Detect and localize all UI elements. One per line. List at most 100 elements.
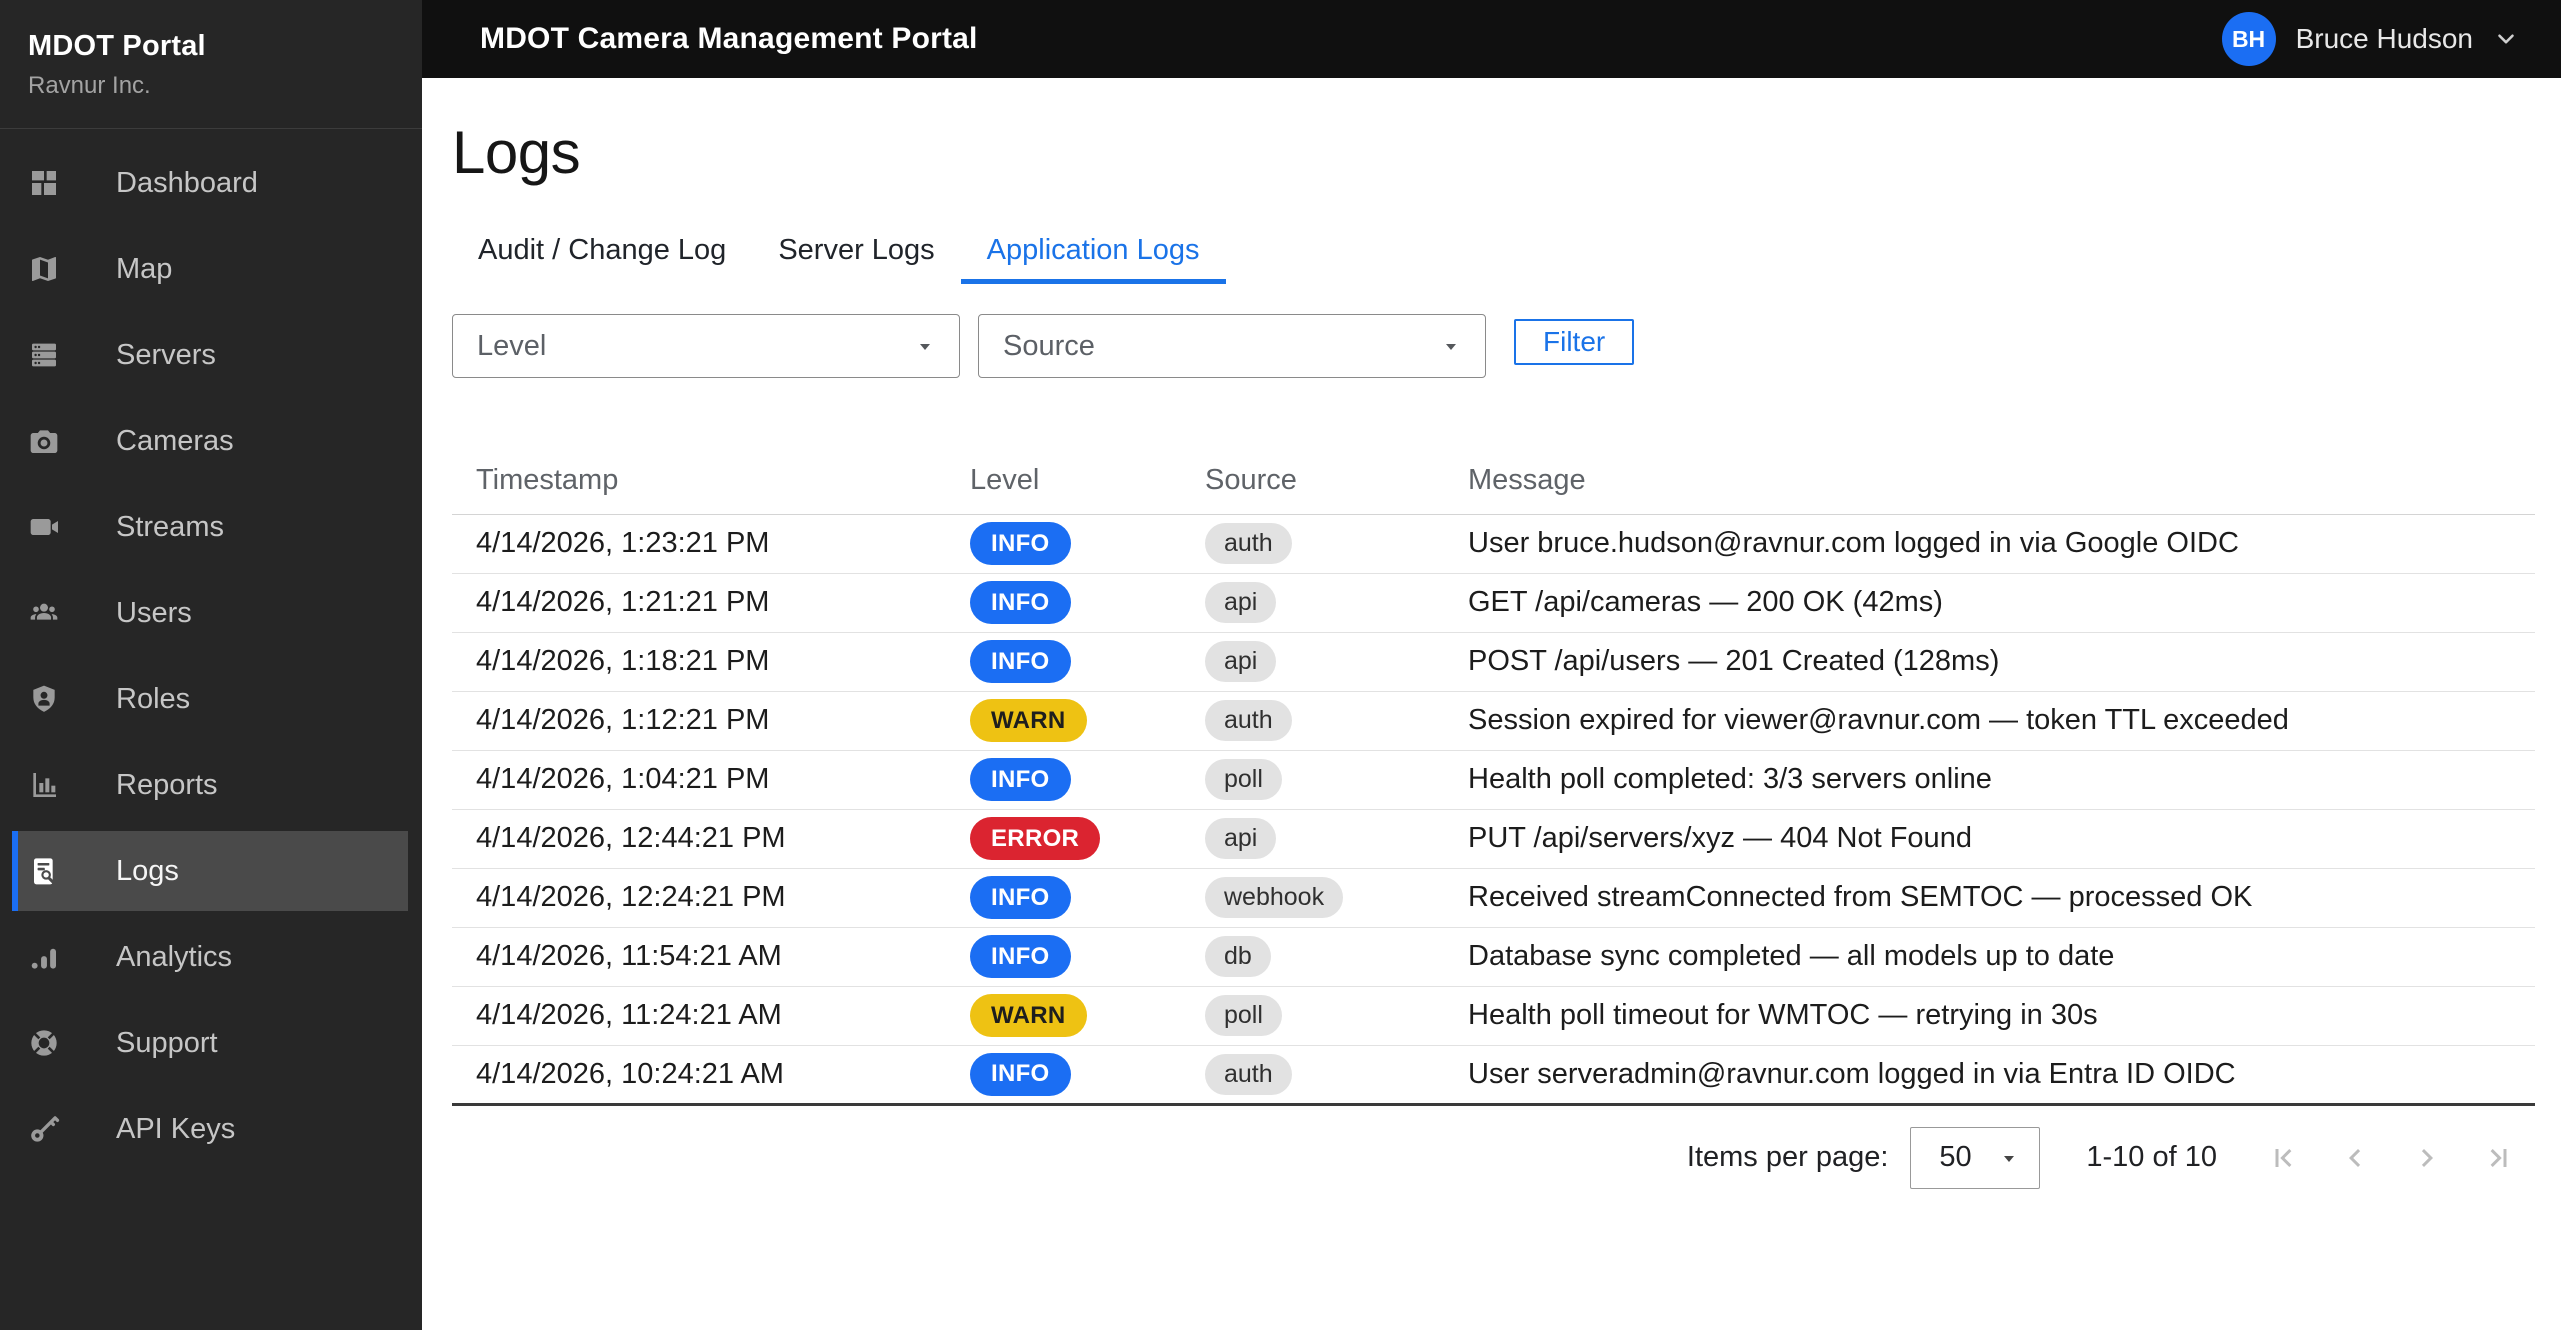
level-badge: INFO	[970, 522, 1071, 565]
sidebar-item-label: Analytics	[116, 940, 233, 973]
page-title: Logs	[452, 119, 581, 186]
bar-chart-icon	[28, 769, 60, 801]
cell-message: Session expired for viewer@ravnur.com — …	[1444, 691, 2535, 751]
level-badge: INFO	[970, 876, 1071, 919]
level-badge: ERROR	[970, 817, 1101, 860]
users-icon	[28, 597, 60, 629]
source-select[interactable]: Source	[978, 314, 1486, 378]
cell-level: INFO	[946, 927, 1181, 987]
cell-timestamp: 4/14/2026, 1:21:21 PM	[452, 573, 946, 633]
sidebar-item-support[interactable]: Support	[12, 1003, 408, 1083]
sidebar-item-reports[interactable]: Reports	[12, 745, 408, 825]
topbar: MDOT Camera Management Portal BH Bruce H…	[422, 0, 2561, 78]
sidebar-item-label: Reports	[116, 768, 218, 801]
key-icon	[28, 1113, 60, 1145]
sidebar-item-api-keys[interactable]: API Keys	[12, 1089, 408, 1169]
table-row: 4/14/2026, 12:44:21 PM ERROR api PUT /api/s…	[452, 809, 2535, 869]
sidebar-item-dashboard[interactable]: Dashboard	[12, 143, 408, 223]
level-select[interactable]: Level	[452, 314, 960, 378]
column-header-message: Message	[1444, 428, 2535, 515]
cell-timestamp: 4/14/2026, 11:54:21 AM	[452, 927, 946, 987]
first-page-icon	[2275, 1148, 2292, 1167]
cell-message: Health poll timeout for WMTOC — retrying…	[1444, 986, 2535, 1046]
main-content: Logs Audit / Change Log Server Logs Applic…	[422, 78, 2561, 1330]
tab-bar: Audit / Change Log Server Logs Application…	[452, 222, 2535, 284]
caret-down-icon	[1997, 1146, 2021, 1170]
tab-application-logs[interactable]: Application Logs	[960, 222, 1226, 284]
user-menu[interactable]: BH Bruce Hudson	[2221, 12, 2519, 66]
cell-timestamp: 4/14/2026, 1:12:21 PM	[452, 691, 946, 751]
cell-message: POST /api/users — 201 Created (128ms)	[1444, 632, 2535, 692]
level-select-value: Level	[477, 329, 547, 362]
cell-source: poll	[1181, 750, 1444, 810]
caret-down-icon	[913, 334, 937, 358]
source-badge: api	[1205, 818, 1277, 859]
table-row: 4/14/2026, 1:21:21 PM INFO api GET /api/cam…	[452, 573, 2535, 633]
sidebar-item-cameras[interactable]: Cameras	[12, 401, 408, 481]
sidebar-item-users[interactable]: Users	[12, 573, 408, 653]
sidebar-item-map[interactable]: Map	[12, 229, 408, 309]
sidebar-nav: Dashboard Map Servers Cameras Streams Users Ro…	[0, 129, 422, 1169]
sidebar: MDOT Portal Ravnur Inc. Dashboard Map Serv…	[0, 0, 422, 1330]
document-search-icon	[28, 855, 60, 887]
cell-source: auth	[1181, 514, 1444, 574]
sidebar-item-label: Cameras	[116, 424, 234, 457]
cell-level: ERROR	[946, 809, 1181, 869]
cell-message: Health poll completed: 3/3 servers onlin…	[1444, 750, 2535, 810]
cell-message: User serveradmin@ravnur.com logged in vi…	[1468, 1057, 2236, 1090]
cell-message: User bruce.hudson@ravnur.com logged in v…	[1444, 514, 2535, 574]
source-badge: poll	[1205, 995, 1282, 1036]
sidebar-item-logs[interactable]: Logs	[12, 831, 408, 911]
column-header-timestamp: Timestamp	[452, 428, 946, 515]
source-badge: auth	[1205, 523, 1292, 564]
level-badge: INFO	[970, 640, 1071, 683]
cell-timestamp: 4/14/2026, 11:24:21 AM	[452, 986, 946, 1046]
cell-source: webhook	[1181, 868, 1444, 928]
cell-message: PUT /api/servers/xyz — 404 Not Found	[1444, 809, 2535, 869]
cell-message: GET /api/cameras — 200 OK (42ms)	[1444, 573, 2535, 633]
table-row: 4/14/2026, 1:18:21 PM INFO api POST /api/us…	[452, 632, 2535, 692]
analytics-icon	[28, 941, 60, 973]
items-per-page-label: Items per page:	[1686, 1141, 1889, 1173]
source-badge: webhook	[1205, 877, 1344, 918]
shield-user-icon	[28, 683, 60, 715]
first-page-button[interactable]	[2247, 1122, 2319, 1194]
brand: MDOT Portal Ravnur Inc.	[0, 0, 422, 128]
previous-page-button[interactable]	[2319, 1122, 2391, 1194]
sidebar-item-label: Streams	[116, 510, 224, 543]
page-size-select[interactable]: 50	[1910, 1126, 2041, 1189]
chevron-down-icon	[2493, 26, 2519, 52]
page-range-label: 1-10 of 10	[2086, 1141, 2217, 1173]
brand-title: MDOT Portal	[28, 30, 206, 62]
source-badge: auth	[1205, 1053, 1292, 1095]
last-page-button[interactable]	[2463, 1122, 2535, 1194]
sidebar-item-servers[interactable]: Servers	[12, 315, 408, 395]
log-table: Timestamp Level Source Message 4/14/2026…	[452, 428, 2535, 1106]
table-row: 4/14/2026, 1:04:21 PM INFO poll Health poll…	[452, 750, 2535, 810]
chevron-right-icon	[2421, 1148, 2433, 1167]
dashboard-icon	[28, 167, 60, 199]
table-row: 4/14/2026, 1:23:21 PM INFO auth User bruce.…	[452, 514, 2535, 574]
cell-level: INFO	[946, 1045, 1181, 1104]
cell-level: INFO	[946, 868, 1181, 928]
level-badge: INFO	[970, 758, 1071, 801]
tab-server-logs[interactable]: Server Logs	[752, 222, 960, 284]
sidebar-item-streams[interactable]: Streams	[12, 487, 408, 567]
user-name: Bruce Hudson	[2295, 23, 2473, 54]
source-badge: poll	[1205, 759, 1282, 800]
sidebar-item-analytics[interactable]: Analytics	[12, 917, 408, 997]
filter-button[interactable]: Filter	[1514, 319, 1635, 365]
next-page-button[interactable]	[2391, 1122, 2463, 1194]
column-header-level: Level	[946, 428, 1181, 515]
level-badge: INFO	[970, 581, 1071, 624]
tab-audit-change-log[interactable]: Audit / Change Log	[452, 222, 752, 284]
table-row: 4/14/2026, 11:54:21 AM INFO db Database syn…	[452, 927, 2535, 987]
cell-timestamp: 4/14/2026, 10:24:21 AM	[476, 1057, 784, 1090]
sidebar-item-label: Servers	[116, 338, 216, 371]
brand-subtitle: Ravnur Inc.	[28, 72, 151, 99]
sidebar-item-roles[interactable]: Roles	[12, 659, 408, 739]
servers-icon	[28, 339, 60, 371]
sidebar-item-label: Roles	[116, 682, 191, 715]
cell-level: INFO	[946, 632, 1181, 692]
avatar: BH	[2221, 12, 2276, 66]
